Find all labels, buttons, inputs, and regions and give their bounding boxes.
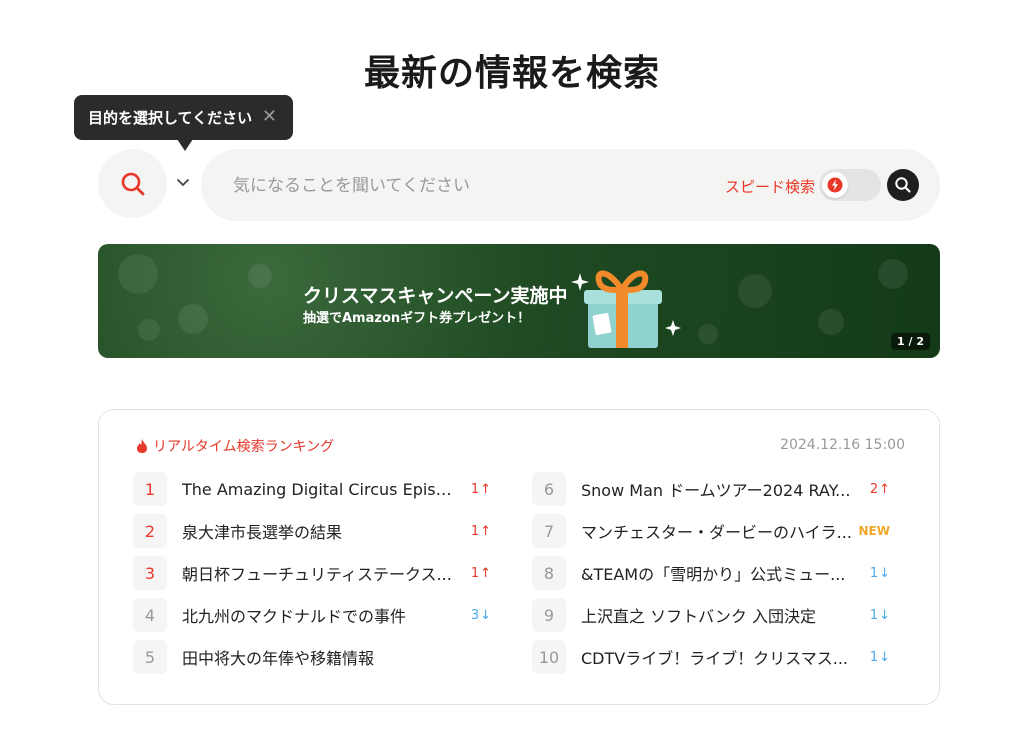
arrow-down-icon: ↓ bbox=[879, 607, 890, 623]
campaign-banner[interactable]: クリスマスキャンペーン実施中 抽選でAmazonギフト券プレゼント！ 1 / 2 bbox=[98, 244, 940, 358]
arrow-up-icon: ↑ bbox=[480, 523, 491, 539]
rank-number: 5 bbox=[133, 640, 167, 674]
ranking-row[interactable]: 6 Snow Man ドームツアー2024 RAY... 2 ↑ bbox=[532, 468, 890, 510]
banner-pager: 1 / 2 bbox=[891, 333, 930, 350]
rank-keyword[interactable]: The Amazing Digital Circus Episo... bbox=[182, 480, 457, 499]
banner-subtitle: 抽選でAmazonギフト券プレゼント！ bbox=[303, 311, 531, 326]
arrow-up-icon: ↑ bbox=[879, 481, 890, 497]
rank-number: 10 bbox=[532, 640, 566, 674]
speed-search-label: スピード検索 bbox=[725, 178, 816, 196]
rank-number: 9 bbox=[532, 598, 566, 632]
ranking-row[interactable]: 4 北九州のマクドナルドでの事件 3 ↓ bbox=[133, 594, 491, 636]
rank-number: 6 bbox=[532, 472, 566, 506]
purpose-tooltip: 目的を選択してください ✕ bbox=[74, 95, 293, 151]
arrow-down-icon: ↓ bbox=[879, 565, 890, 581]
search-icon bbox=[121, 172, 144, 195]
rank-change-up: 1 ↑ bbox=[470, 481, 491, 497]
rank-keyword[interactable]: &TEAMの「雪明かり」公式ミュー... bbox=[581, 561, 856, 585]
speed-search-toggle[interactable] bbox=[819, 169, 881, 201]
tooltip-arrow bbox=[177, 139, 193, 151]
arrow-down-icon: ↓ bbox=[480, 607, 491, 623]
rank-number: 1 bbox=[133, 472, 167, 506]
rank-number: 7 bbox=[532, 514, 566, 548]
tooltip-text: 目的を選択してください bbox=[88, 109, 253, 127]
rank-keyword[interactable]: マンチェスター・ダービーのハイラ... bbox=[581, 519, 856, 543]
rank-number: 8 bbox=[532, 556, 566, 590]
rank-change-down: 1 ↓ bbox=[869, 649, 890, 665]
rank-change-new-badge: NEW bbox=[858, 524, 890, 538]
rank-number: 3 bbox=[133, 556, 167, 590]
search-bar: スピード検索 bbox=[201, 149, 940, 221]
tooltip-close-icon[interactable]: ✕ bbox=[262, 106, 277, 128]
rank-keyword[interactable]: 泉大津市長選挙の結果 bbox=[182, 519, 457, 543]
gift-box-icon bbox=[571, 270, 681, 348]
ranking-row[interactable]: 1 The Amazing Digital Circus Episo... 1 ↑ bbox=[133, 468, 491, 510]
chevron-down-icon[interactable] bbox=[175, 175, 191, 191]
page-title: 最新の情報を検索 bbox=[363, 53, 660, 94]
ranking-row[interactable]: 3 朝日杯フューチュリティステークス... 1 ↑ bbox=[133, 552, 491, 594]
ranking-column-left: 1 The Amazing Digital Circus Episo... 1 ↑… bbox=[133, 468, 491, 678]
ranking-row[interactable]: 8 &TEAMの「雪明かり」公式ミュー... 1 ↓ bbox=[532, 552, 890, 594]
rank-keyword[interactable]: 北九州のマクドナルドでの事件 bbox=[182, 603, 457, 627]
ranking-column-right: 6 Snow Man ドームツアー2024 RAY... 2 ↑ 7 マンチェスタ… bbox=[532, 468, 890, 678]
ranking-title: リアルタイム検索ランキング bbox=[153, 439, 335, 455]
lightning-icon bbox=[827, 177, 843, 193]
rank-change-up: 1 ↑ bbox=[470, 565, 491, 581]
rank-keyword[interactable]: 上沢直之 ソフトバンク 入団決定 bbox=[581, 603, 856, 627]
rank-change-down: 3 ↓ bbox=[470, 607, 491, 623]
rank-change-up: 1 ↑ bbox=[470, 523, 491, 539]
speed-toggle-knob bbox=[822, 172, 848, 198]
search-submit-button[interactable] bbox=[887, 169, 919, 201]
ranking-timestamp: 2024.12.16 15:00 bbox=[780, 437, 905, 453]
search-input[interactable] bbox=[231, 167, 695, 205]
rank-keyword[interactable]: 田中将大の年俸や移籍情報 bbox=[182, 645, 457, 669]
arrow-up-icon: ↑ bbox=[480, 565, 491, 581]
purpose-select-button[interactable] bbox=[98, 149, 167, 218]
realtime-ranking-card: リアルタイム検索ランキング 2024.12.16 15:00 1 The Ama… bbox=[98, 409, 940, 705]
rank-change-down: 1 ↓ bbox=[869, 565, 890, 581]
ranking-row[interactable]: 9 上沢直之 ソフトバンク 入団決定 1 ↓ bbox=[532, 594, 890, 636]
ranking-row[interactable]: 10 CDTVライブ！ライブ！クリスマス... 1 ↓ bbox=[532, 636, 890, 678]
arrow-up-icon: ↑ bbox=[480, 481, 491, 497]
banner-title: クリスマスキャンペーン実施中 bbox=[303, 285, 568, 307]
ranking-header: リアルタイム検索ランキング bbox=[135, 436, 334, 456]
rank-change-down: 1 ↓ bbox=[869, 607, 890, 623]
ranking-row[interactable]: 7 マンチェスター・ダービーのハイラ... NEW bbox=[532, 510, 890, 552]
rank-number: 4 bbox=[133, 598, 167, 632]
search-icon bbox=[895, 177, 911, 193]
rank-keyword[interactable]: Snow Man ドームツアー2024 RAY... bbox=[581, 477, 856, 501]
rank-change-up: 2 ↑ bbox=[869, 481, 890, 497]
fire-icon bbox=[137, 439, 147, 453]
arrow-down-icon: ↓ bbox=[879, 649, 890, 665]
ranking-row[interactable]: 5 田中将大の年俸や移籍情報 bbox=[133, 636, 491, 678]
rank-keyword[interactable]: CDTVライブ！ライブ！クリスマス... bbox=[581, 645, 856, 669]
rank-keyword[interactable]: 朝日杯フューチュリティステークス... bbox=[182, 561, 457, 585]
rank-number: 2 bbox=[133, 514, 167, 548]
ranking-row[interactable]: 2 泉大津市長選挙の結果 1 ↑ bbox=[133, 510, 491, 552]
